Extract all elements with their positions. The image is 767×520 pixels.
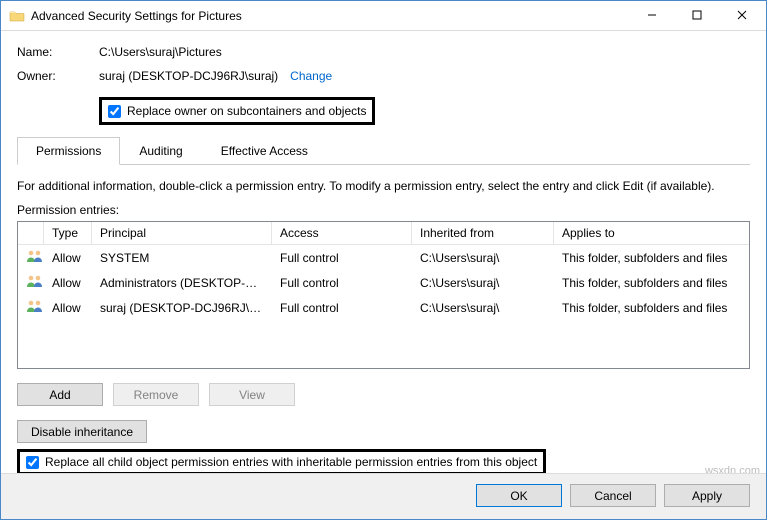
add-button[interactable]: Add — [17, 383, 103, 406]
window-controls — [629, 1, 764, 30]
cell-type: Allow — [44, 299, 92, 317]
replace-owner-label: Replace owner on subcontainers and objec… — [127, 104, 366, 118]
owner-value: suraj (DESKTOP-DCJ96RJ\suraj) — [99, 69, 278, 83]
replace-owner-checkbox[interactable] — [108, 105, 121, 118]
cell-access: Full control — [272, 299, 412, 317]
cell-applies: This folder, subfolders and files — [554, 249, 749, 267]
col-type[interactable]: Type — [44, 222, 92, 244]
user-icon — [18, 272, 44, 293]
change-owner-link[interactable]: Change — [290, 69, 332, 83]
col-principal[interactable]: Principal — [92, 222, 272, 244]
table-row[interactable]: AllowSYSTEMFull controlC:\Users\suraj\Th… — [18, 245, 749, 270]
table-body: AllowSYSTEMFull controlC:\Users\suraj\Th… — [18, 245, 749, 320]
window-title: Advanced Security Settings for Pictures — [31, 9, 629, 23]
col-applies[interactable]: Applies to — [554, 222, 749, 244]
replace-child-label: Replace all child object permission entr… — [45, 455, 537, 469]
user-icon — [18, 297, 44, 318]
table-row[interactable]: Allowsuraj (DESKTOP-DCJ96RJ\suraj)Full c… — [18, 295, 749, 320]
owner-row: Owner: suraj (DESKTOP-DCJ96RJ\suraj) Cha… — [17, 69, 750, 83]
cell-type: Allow — [44, 274, 92, 292]
col-icon[interactable] — [18, 222, 44, 244]
cell-inherited: C:\Users\suraj\ — [412, 274, 554, 292]
replace-child-highlight: Replace all child object permission entr… — [17, 449, 546, 475]
permission-table[interactable]: Type Principal Access Inherited from App… — [17, 221, 750, 369]
permission-entries-label: Permission entries: — [17, 203, 750, 217]
disable-inheritance-button[interactable]: Disable inheritance — [17, 420, 147, 443]
close-button[interactable] — [719, 1, 764, 29]
info-text: For additional information, double-click… — [17, 179, 750, 193]
cell-applies: This folder, subfolders and files — [554, 274, 749, 292]
cell-access: Full control — [272, 274, 412, 292]
col-inherited[interactable]: Inherited from — [412, 222, 554, 244]
apply-button[interactable]: Apply — [664, 484, 750, 507]
cell-principal: SYSTEM — [92, 249, 272, 267]
replace-owner-highlight: Replace owner on subcontainers and objec… — [99, 97, 375, 125]
folder-icon — [9, 8, 25, 24]
cell-type: Allow — [44, 249, 92, 267]
name-label: Name: — [17, 45, 99, 59]
user-icon — [18, 247, 44, 268]
cell-inherited: C:\Users\suraj\ — [412, 299, 554, 317]
dialog-footer: OK Cancel Apply — [1, 473, 766, 519]
tab-strip: Permissions Auditing Effective Access — [17, 137, 750, 165]
name-value: C:\Users\suraj\Pictures — [99, 45, 222, 59]
tab-permissions[interactable]: Permissions — [17, 137, 120, 165]
owner-label: Owner: — [17, 69, 99, 83]
table-row[interactable]: AllowAdministrators (DESKTOP-DC...Full c… — [18, 270, 749, 295]
titlebar: Advanced Security Settings for Pictures — [1, 1, 766, 31]
cell-principal: Administrators (DESKTOP-DC... — [92, 274, 272, 292]
tab-auditing[interactable]: Auditing — [120, 137, 201, 164]
replace-child-checkbox[interactable] — [26, 456, 39, 469]
cell-inherited: C:\Users\suraj\ — [412, 249, 554, 267]
security-settings-window: Advanced Security Settings for Pictures … — [0, 0, 767, 520]
maximize-button[interactable] — [674, 1, 719, 29]
ok-button[interactable]: OK — [476, 484, 562, 507]
minimize-button[interactable] — [629, 1, 674, 29]
cancel-button[interactable]: Cancel — [570, 484, 656, 507]
cell-applies: This folder, subfolders and files — [554, 299, 749, 317]
name-row: Name: C:\Users\suraj\Pictures — [17, 45, 750, 59]
remove-button: Remove — [113, 383, 199, 406]
entry-buttons: Add Remove View — [17, 383, 750, 406]
col-access[interactable]: Access — [272, 222, 412, 244]
cell-principal: suraj (DESKTOP-DCJ96RJ\suraj) — [92, 299, 272, 317]
content-area: Name: C:\Users\suraj\Pictures Owner: sur… — [1, 31, 766, 493]
view-button: View — [209, 383, 295, 406]
table-header: Type Principal Access Inherited from App… — [18, 222, 749, 245]
cell-access: Full control — [272, 249, 412, 267]
tab-effective-access[interactable]: Effective Access — [202, 137, 327, 164]
